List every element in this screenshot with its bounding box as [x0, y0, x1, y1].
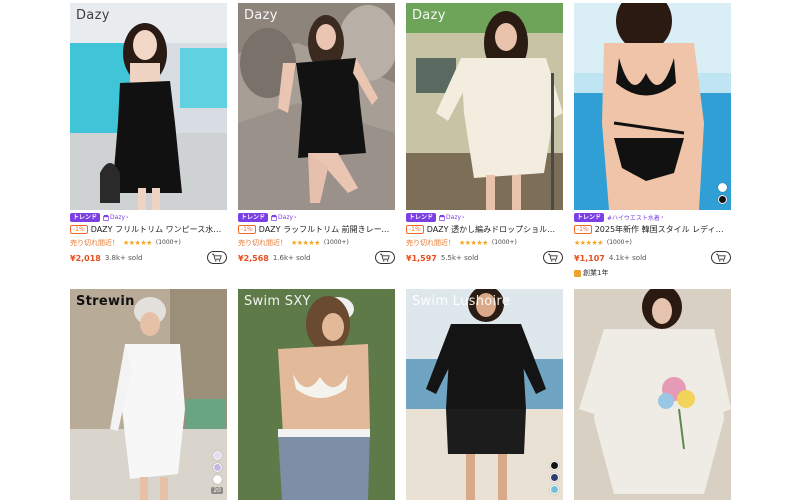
price: ¥1,597: [406, 253, 437, 263]
trend-badge: トレンド: [406, 213, 437, 222]
store-icon: [103, 214, 110, 221]
swatch-black[interactable]: [718, 195, 727, 204]
rating-count: (1000+): [323, 239, 349, 246]
trend-badge: トレンド: [238, 213, 269, 222]
color-swatches: [718, 183, 727, 204]
product-card[interactable]: Swim SXY: [238, 289, 395, 500]
product-title[interactable]: 2025年新作 韓国スタイル レディーススイムウェア: [595, 224, 731, 235]
store-name: Dazy: [446, 214, 462, 221]
product-image[interactable]: Swim Lushoire: [406, 289, 563, 500]
product-grid: Dazy トレンド Dazy › -1% DAZY フリルトリム ワンピース水着 …: [0, 0, 800, 500]
product-image[interactable]: [574, 289, 731, 500]
brand-watermark: Swim SXY: [244, 294, 311, 309]
sold-count: 1.6k+ sold: [272, 254, 311, 262]
selling-fast-label: 売り切れ間近！: [238, 238, 287, 247]
price: ¥1,107: [574, 253, 605, 263]
add-to-cart-button[interactable]: [543, 251, 563, 264]
product-image[interactable]: Dazy: [238, 3, 395, 210]
product-card[interactable]: Dazy トレンド Dazy› -1% DAZY ラッフルトリム 前開きレースア…: [238, 3, 395, 265]
swatch-white[interactable]: [212, 475, 222, 484]
add-to-cart-button[interactable]: [207, 251, 227, 264]
established-icon: [574, 269, 581, 277]
product-title[interactable]: DAZY ラッフルトリム 前開きレースアップ: [259, 224, 395, 235]
color-swatches: [550, 461, 559, 494]
category-link[interactable]: #ハイウエスト水着 ›: [607, 213, 663, 222]
store-name: Dazy: [278, 214, 294, 221]
product-image[interactable]: Swim SXY: [238, 289, 395, 500]
price: ¥2,018: [70, 253, 101, 263]
swatch-lilac[interactable]: [212, 451, 222, 460]
product-image[interactable]: Strewin 20: [70, 289, 227, 500]
trend-badge: トレンド: [70, 213, 101, 222]
selling-fast-label: 売り切れ間近！: [70, 238, 119, 247]
swatch-white[interactable]: [718, 183, 727, 192]
brand-watermark: Strewin: [76, 294, 135, 309]
color-swatches: 20: [211, 451, 223, 494]
product-title[interactable]: DAZY フリルトリム ワンピース水着 レディース: [91, 224, 227, 235]
established-label: 創業1年: [574, 268, 731, 278]
product-card[interactable]: [574, 289, 731, 500]
brand-watermark: Dazy: [412, 8, 446, 23]
cart-icon: [548, 253, 558, 262]
product-image[interactable]: Dazy: [70, 3, 227, 210]
sold-count: 3.8k+ sold: [104, 254, 143, 262]
discount-badge: -1%: [238, 225, 256, 234]
add-to-cart-button[interactable]: [375, 251, 395, 264]
product-title[interactable]: DAZY 透かし編みドロップショルダーカバーアップ: [427, 224, 563, 235]
store-name: Dazy: [110, 214, 126, 221]
established-text: 創業1年: [583, 269, 609, 277]
add-to-cart-button[interactable]: [711, 251, 731, 264]
store-icon: [271, 214, 278, 221]
store-link[interactable]: Dazy ›: [271, 214, 296, 221]
product-card[interactable]: Dazy トレンド Dazy› -1% DAZY 透かし編みドロップショルダーカ…: [406, 3, 563, 265]
discount-badge: -1%: [70, 225, 88, 234]
discount-badge: -1%: [406, 225, 424, 234]
star-rating-icon: ★★★★★: [123, 238, 152, 247]
store-link[interactable]: Dazy ›: [439, 214, 464, 221]
product-card[interactable]: トレンド #ハイウエスト水着 › -1% 2025年新作 韓国スタイル レディース…: [574, 3, 731, 278]
swatch-aqua[interactable]: [550, 485, 559, 494]
swatch-navy[interactable]: [550, 473, 559, 482]
swatch-black[interactable]: [550, 461, 559, 470]
selling-fast-label: 売り切れ間近！: [406, 238, 455, 247]
brand-watermark: Swim Lushoire: [412, 294, 511, 309]
discount-badge: -1%: [574, 225, 592, 234]
star-rating-icon: ★★★★★: [574, 238, 603, 247]
star-rating-icon: ★★★★★: [459, 238, 488, 247]
product-image[interactable]: [574, 3, 731, 210]
product-card[interactable]: Swim Lushoire: [406, 289, 563, 500]
product-card[interactable]: Strewin 20: [70, 289, 227, 500]
store-icon: [439, 214, 446, 221]
cart-icon: [380, 253, 390, 262]
brand-watermark: Dazy: [244, 8, 278, 23]
rating-count: (1000+): [491, 239, 517, 246]
swatch-purple[interactable]: [212, 463, 222, 472]
star-rating-icon: ★★★★★: [291, 238, 320, 247]
store-link[interactable]: Dazy ›: [103, 214, 128, 221]
rating-count: (1000+): [155, 239, 181, 246]
rating-count: (1000+): [606, 239, 632, 246]
brand-watermark: Dazy: [76, 8, 110, 23]
product-card[interactable]: Dazy トレンド Dazy › -1% DAZY フリルトリム ワンピース水着 …: [70, 3, 227, 265]
cart-icon: [716, 253, 726, 262]
sold-count: 5.5k+ sold: [440, 254, 479, 262]
category-name: #ハイウエスト水着: [607, 215, 660, 222]
product-image[interactable]: Dazy: [406, 3, 563, 210]
trend-badge: トレンド: [574, 213, 605, 222]
sold-count: 4.1k+ sold: [608, 254, 647, 262]
swatch-count: 20: [211, 487, 223, 494]
cart-icon: [212, 253, 222, 262]
price: ¥2,568: [238, 253, 269, 263]
